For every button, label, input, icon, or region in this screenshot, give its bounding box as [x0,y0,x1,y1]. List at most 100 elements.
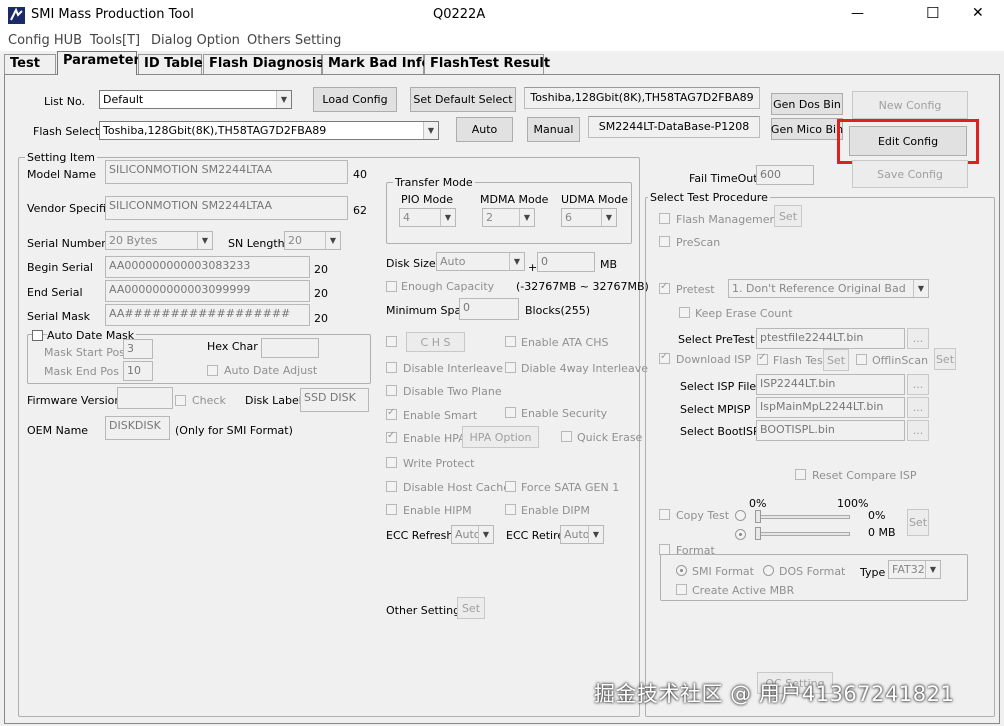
menu-config-hub[interactable]: Config HUB [8,33,82,48]
select-isp-file-field[interactable]: ISP2244LT.bin [756,374,905,395]
select-bootisp-browse-button[interactable]: ... [907,420,929,441]
flash-management-checkbox[interactable] [659,213,670,224]
manual-button[interactable]: Manual [527,117,580,142]
menu-tools[interactable]: Tools[T] [90,33,140,48]
check-checkbox[interactable] [175,395,186,406]
serial-mask-field[interactable]: AA################## [105,304,310,326]
udma-mode-select[interactable]: 6 ▼ [561,208,617,227]
mask-end-pos-field[interactable]: 10 [123,361,153,381]
minimum-spare-field[interactable]: 0 [459,298,519,320]
load-config-button[interactable]: Load Config [313,87,397,112]
enable-ata-chs-checkbox[interactable] [505,336,516,347]
disable-host-cache-checkbox[interactable] [386,481,397,492]
select-pretest-browse-button[interactable]: ... [907,328,929,349]
model-name-field[interactable]: SILICONMOTION SM2244LTAA [105,160,348,184]
hex-char-field[interactable] [261,338,319,358]
auto-date-adjust-checkbox[interactable] [207,365,218,376]
chs-checkbox[interactable] [386,336,397,347]
flash-select[interactable]: Toshiba,128Gbit(8K),TH58TAG7D2FBA89 ▼ [99,121,439,140]
copy-test-checkbox[interactable] [659,509,670,520]
end-serial-field[interactable]: AA000000000003099999 [105,280,310,302]
download-isp-checkbox[interactable] [659,351,670,364]
ecc-refresh-select[interactable]: Auto ▼ [451,525,494,544]
force-sata-gen1-checkbox[interactable] [505,481,516,492]
copy-test-set-button[interactable]: Set [907,509,929,536]
title-bar: SMI Mass Production Tool Q0222A — ☐ ✕ [0,0,1004,31]
minimize-button[interactable]: — [851,6,864,21]
other-setting-set-button[interactable]: Set [457,597,485,619]
smi-format-radio[interactable] [676,565,687,576]
select-mpisp-field[interactable]: IspMainMpL2244LT.bin [756,397,905,418]
flash-test-checkbox[interactable] [757,352,768,365]
tab-flashtest-result[interactable]: FlashTest Result [424,54,550,74]
write-protect-checkbox[interactable] [386,457,397,468]
enable-security-checkbox[interactable] [505,407,516,418]
menu-dialog-option[interactable]: Dialog Option [151,33,240,48]
flash-management-set-button[interactable]: Set [774,205,802,227]
enough-capacity-checkbox[interactable] [386,281,397,292]
auto-date-mask-checkbox[interactable] [32,330,43,341]
enable-dipm-checkbox[interactable] [505,504,516,515]
gen-dos-bin-button[interactable]: Gen Dos Bin [771,93,843,115]
select-isp-browse-button[interactable]: ... [907,374,929,395]
disk-label-field[interactable]: SSD DISK [300,388,369,412]
offline-scan-set-button[interactable]: Set [934,348,956,370]
select-pretest-field[interactable]: ptestfile2244LT.bin [756,328,905,349]
begin-serial-field[interactable]: AA000000000003083233 [105,256,310,278]
enable-hipm-checkbox[interactable] [386,504,397,515]
chevron-down-icon: ▼ [925,561,940,578]
tab-id-table[interactable]: ID Table [138,54,203,74]
save-config-button[interactable]: Save Config [852,160,968,188]
diable-4way-checkbox[interactable] [505,362,516,373]
disable-two-plane-checkbox[interactable] [386,385,397,396]
pretest-option-select[interactable]: 1. Don't Reference Original Bad ▼ [728,279,929,298]
serial-number-select[interactable]: 20 Bytes ▼ [105,231,213,250]
dos-format-radio[interactable] [763,565,774,576]
copy-test-slider-bottom-thumb[interactable] [755,527,761,540]
reset-compare-isp-checkbox[interactable] [795,469,806,480]
select-mpisp-browse-button[interactable]: ... [907,397,929,418]
prescan-checkbox[interactable] [659,236,670,247]
auto-button[interactable]: Auto [456,117,513,142]
enable-hpa-checkbox[interactable] [386,430,397,443]
copy-test-slider-top[interactable] [756,515,850,519]
pio-mode-select[interactable]: 4 ▼ [399,208,456,227]
copy-test-slider-bottom[interactable] [756,532,850,536]
tab-mark-bad-info[interactable]: Mark Bad Info [322,54,430,74]
fail-timeout-field[interactable]: 600 [756,165,814,185]
sn-length-select[interactable]: 20 ▼ [284,231,341,250]
chs-button[interactable]: C H S [406,332,465,352]
flash-test-set-button[interactable]: Set [823,349,849,371]
offline-scan-checkbox[interactable] [856,354,867,365]
tab-test[interactable]: Test [4,54,56,74]
pretest-checkbox[interactable] [659,281,670,294]
copy-test-radio-percent[interactable] [735,510,746,521]
tab-flash-diagnosis[interactable]: Flash Diagnosis [203,54,324,74]
new-config-button[interactable]: New Config [852,91,968,119]
disk-size-extra-field[interactable]: 0 [537,252,595,272]
firmware-version-field[interactable] [117,387,173,409]
maximize-button[interactable]: ☐ [926,4,939,22]
copy-test-radio-mb[interactable] [735,529,746,540]
menu-others-setting[interactable]: Others Setting [247,33,341,48]
keep-erase-count-checkbox[interactable] [679,307,690,318]
tab-parameter[interactable]: Parameter [57,51,140,75]
close-button[interactable]: ✕ [972,5,984,21]
format-type-select[interactable]: FAT32 ▼ [888,560,941,579]
enable-smart-checkbox[interactable] [386,407,397,420]
select-bootisp-field[interactable]: BOOTISPL.bin [756,420,905,441]
disk-size-select[interactable]: Auto ▼ [436,252,525,271]
gen-mico-bin-button[interactable]: Gen Mico Bin [771,118,843,140]
quick-erase-checkbox[interactable] [561,431,572,442]
vendor-specific-field[interactable]: SILICONMOTION SM2244LTAA [105,196,348,220]
mdma-mode-select[interactable]: 2 ▼ [482,208,535,227]
list-no-select[interactable]: Default ▼ [99,90,292,109]
oem-name-field[interactable]: DISKDISK [105,416,170,440]
create-active-mbr-checkbox[interactable] [676,584,687,595]
ecc-retire-select[interactable]: Auto ▼ [560,525,604,544]
set-default-select-button[interactable]: Set Default Select [410,87,516,112]
disable-interleave-checkbox[interactable] [386,362,397,373]
copy-test-slider-top-thumb[interactable] [755,510,761,523]
mask-start-pos-field[interactable]: 3 [123,339,153,359]
hpa-option-button[interactable]: HPA Option [462,426,539,448]
